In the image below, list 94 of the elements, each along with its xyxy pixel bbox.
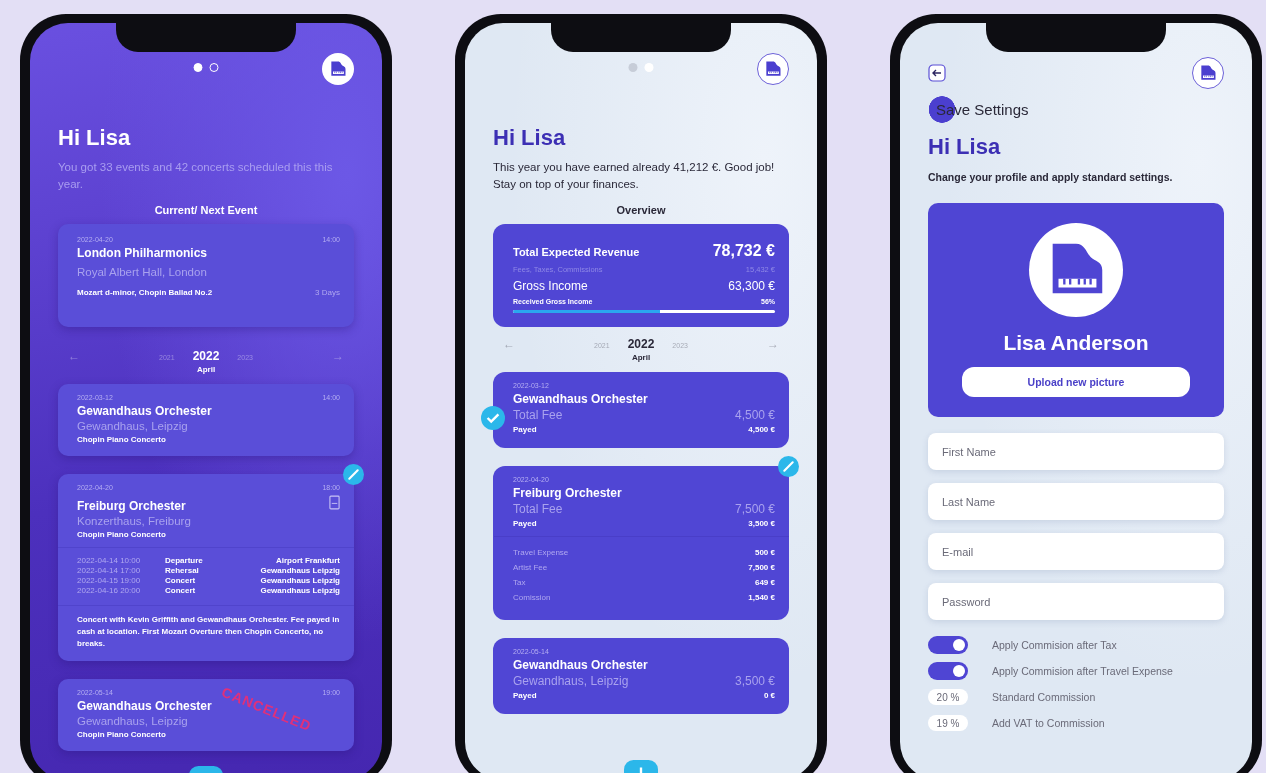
schedule-location: Gewandhaus Leipzig [260, 586, 340, 596]
event-title: Gewandhaus Orchester [513, 392, 649, 407]
avatar[interactable] [322, 53, 354, 85]
schedule-time: 2022-04-16 20:00 [77, 586, 142, 596]
breakdown-amount: 500 € [754, 548, 775, 558]
event-title: Gewandhaus Orchester [513, 658, 649, 673]
schedule-activity: Rehersal [165, 566, 200, 576]
edit-icon[interactable] [778, 456, 799, 478]
piano-icon [328, 59, 348, 79]
event-venue: Gewandhaus, Leipzig [77, 420, 189, 433]
option-label: Standard Commission [992, 691, 1096, 704]
piano-icon [1198, 63, 1218, 83]
year-tab[interactable]: 2022 [627, 337, 655, 352]
fee-label: Gewandhaus, Leipzig [513, 674, 629, 689]
breakdown-amount: 7,500 € [748, 563, 775, 573]
schedule-time: 2022-04-14 17:00 [77, 566, 142, 576]
total-revenue-amount: 78,732 € [712, 242, 775, 261]
greeting: Hi Lisa [928, 134, 1002, 160]
input-field[interactable]: Password [928, 583, 1224, 621]
paid-amount: 0 € [763, 691, 775, 701]
event-note: Concert with Kevin Griffith and Gewandhaus Orchester. Fee payed in cash at location. First Mozart Overture then Chopin Concerto, no breaks. [58, 605, 354, 650]
breakdown-label: Tax [513, 578, 526, 588]
input-field[interactable]: E-mail [928, 533, 1224, 571]
countdown: 3 Days [315, 288, 340, 298]
event-title: Gewandhaus Orchester [77, 699, 212, 714]
intro-text: This year you have earned already 41,212 €. Good job! Stay on top of your finances. [493, 160, 776, 192]
breakdown-label: Travel Expense [513, 548, 569, 558]
fee-amount: 4,500 € [734, 408, 775, 423]
breakdown-label: Artist Fee [513, 563, 548, 573]
paid-label: Payed [513, 425, 537, 435]
event-title: Freiburg Orchester [513, 486, 623, 501]
toggle-switch[interactable] [928, 662, 968, 681]
month-label: April [630, 353, 652, 363]
fee-amount: 3,500 € [734, 674, 775, 689]
avatar[interactable] [1192, 57, 1224, 89]
breakdown-amount: 649 € [754, 578, 775, 588]
section-title: Overview [615, 204, 667, 217]
schedule-location: Gewandhaus Leipzig [260, 566, 340, 576]
event-title: London Philharmonics [77, 246, 208, 261]
piano-icon [763, 59, 783, 79]
gross-income-amount: 63,300 € [728, 279, 775, 294]
year-tab[interactable]: 2022 [192, 349, 220, 364]
intro-text: Change your profile and apply standard settings. [928, 170, 1174, 185]
paid-label: Payed [513, 691, 537, 701]
schedule-activity: Concert [165, 576, 197, 586]
schedule-location: Gewandhaus Leipzig [260, 576, 340, 586]
back-icon[interactable] [928, 64, 946, 82]
event-program: Mozart d-minor, Chopin Ballad No.2 [77, 288, 213, 298]
percent-field[interactable]: 20 % [928, 689, 968, 706]
greeting: Hi Lisa [58, 125, 132, 151]
edit-icon[interactable] [343, 464, 364, 486]
percent-field[interactable]: 19 % [928, 715, 968, 732]
profile-name: Lisa Anderson [1003, 331, 1149, 356]
upload-picture-button[interactable]: Upload new picture [962, 367, 1190, 398]
paid-label: Payed [513, 519, 537, 529]
month-label: April [195, 365, 217, 375]
check-icon [481, 406, 505, 431]
schedule-location: Airport Frankfurt [276, 556, 340, 566]
event-venue: Royal Albert Hall, London [77, 266, 208, 279]
page-dot[interactable] [193, 63, 203, 72]
page-dot[interactable] [628, 63, 638, 72]
event-program: Chopin Piano Concerto [77, 530, 167, 540]
section-title: Current/ Next Event [153, 204, 259, 217]
schedule-activity: Departure [165, 556, 204, 566]
option-label: Apply Commision after Travel Expense [992, 665, 1173, 678]
schedule-time: 2022-04-15 19:00 [77, 576, 142, 586]
event-venue: Konzerthaus, Freiburg [77, 515, 191, 528]
paid-amount: 4,500 € [748, 425, 775, 435]
event-title: Gewandhaus Orchester [77, 404, 212, 419]
option-label: Apply Commision after Tax [992, 639, 1117, 652]
schedule-activity: Concert [165, 586, 197, 596]
fee-label: Total Fee [513, 408, 563, 423]
event-program: Chopin Piano Concerto [77, 435, 167, 445]
event-venue: Gewandhaus, Leipzig [77, 715, 189, 728]
intro-text: You got 33 events and 42 concerts scheduled this this year. [58, 160, 334, 192]
gross-income-label: Gross Income [513, 279, 588, 294]
fee-amount: 7,500 € [734, 502, 775, 517]
breakdown-amount: 1,540 € [748, 593, 775, 603]
event-program: Chopin Piano Concerto [77, 730, 167, 740]
greeting: Hi Lisa [493, 125, 567, 151]
event-card[interactable] [58, 474, 354, 662]
input-field[interactable]: First Name [928, 433, 1224, 471]
schedule-time: 2022-04-14 10:00 [77, 556, 142, 566]
fee-label: Total Fee [513, 502, 563, 517]
toggle-switch[interactable] [928, 636, 968, 655]
page-dot[interactable] [644, 63, 654, 72]
input-field[interactable]: Last Name [928, 483, 1224, 521]
total-revenue-label: Total Expected Revenue [513, 246, 640, 259]
breakdown-label: Comission [513, 593, 551, 603]
option-label: Add VAT to Commission [992, 717, 1105, 730]
document-icon[interactable] [329, 495, 340, 511]
event-title: Freiburg Orchester [77, 499, 187, 514]
avatar[interactable] [757, 53, 789, 85]
paid-amount: 3,500 € [748, 519, 775, 529]
